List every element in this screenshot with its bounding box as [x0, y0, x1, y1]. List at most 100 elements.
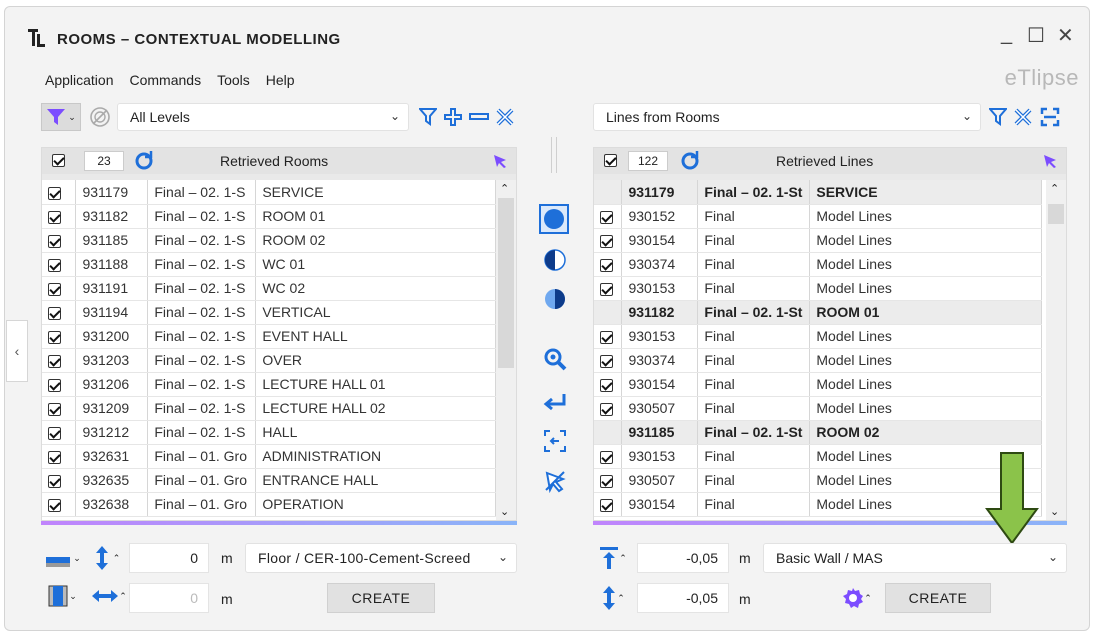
scroll-up-icon[interactable]: ⌃ [500, 182, 509, 195]
row-checkbox[interactable] [48, 426, 61, 440]
horizontal-offset-icon[interactable]: ⌃ [89, 581, 129, 611]
line-group-row[interactable]: 931179 Final – 02. 1-St SERVICE [594, 180, 1042, 205]
row-checkbox[interactable] [600, 402, 613, 416]
filter-dropdown-button[interactable]: ⌄ [41, 103, 81, 131]
rooms-scrollbar[interactable]: ⌃ ⌄ [496, 180, 516, 520]
row-checkbox[interactable] [600, 354, 613, 368]
room-row[interactable]: 932631 Final – 01. Gro ADMINISTRATION [42, 444, 496, 469]
row-checkbox[interactable] [600, 474, 613, 488]
filter-apply-icon[interactable] [987, 105, 1009, 129]
half-circle-right-icon[interactable] [541, 285, 569, 313]
row-checkbox[interactable] [48, 378, 61, 392]
row-checkbox[interactable] [600, 378, 613, 392]
half-circle-left-icon[interactable] [541, 246, 569, 274]
line-group-row[interactable]: 931182 Final – 02. 1-St ROOM 01 [594, 300, 1042, 325]
scroll-up-icon[interactable]: ⌃ [1050, 182, 1059, 195]
create-floor-button[interactable]: CREATE [327, 583, 435, 613]
clear-filter-icon[interactable] [1011, 105, 1035, 129]
line-row[interactable]: 930154 Final Model Lines [594, 492, 1042, 517]
row-checkbox[interactable] [48, 450, 61, 464]
floor-offset-input[interactable]: 0 [129, 543, 209, 573]
line-row[interactable]: 930374 Final Model Lines [594, 348, 1042, 373]
clear-filter-icon[interactable] [493, 105, 517, 129]
create-wall-button[interactable]: CREATE [885, 583, 991, 613]
collapse-panel-tab[interactable]: ‹ [6, 320, 28, 382]
row-checkbox[interactable] [600, 234, 613, 248]
room-row[interactable]: 931194 Final – 02. 1-S VERTICAL [42, 300, 496, 325]
bottom-offset-icon[interactable]: ⌃ [595, 583, 631, 613]
room-row[interactable]: 931200 Final – 02. 1-S EVENT HALL [42, 324, 496, 349]
menu-item-application[interactable]: Application [45, 72, 114, 88]
line-row[interactable]: 930153 Final Model Lines [594, 276, 1042, 301]
row-checkbox[interactable] [48, 282, 61, 296]
maximize-button[interactable]: ☐ [1027, 23, 1045, 48]
select-pointer-icon[interactable] [492, 153, 508, 172]
line-mode-select[interactable]: Lines from Rooms ⌄ [593, 103, 981, 131]
row-checkbox[interactable] [48, 474, 61, 488]
row-checkbox[interactable] [48, 306, 61, 320]
menu-item-help[interactable]: Help [266, 72, 295, 88]
room-row[interactable]: 931191 Final – 02. 1-S WC 02 [42, 276, 496, 301]
close-button[interactable]: ✕ [1057, 23, 1074, 48]
return-arrow-icon[interactable] [541, 389, 569, 417]
select-all-modes-icon[interactable] [539, 204, 569, 234]
floor-placement-dropdown[interactable]: ⌄ [41, 543, 83, 573]
select-all-rooms-checkbox[interactable] [52, 154, 65, 167]
rooms-scroll-thumb[interactable] [498, 198, 514, 368]
wall-type-select[interactable]: Basic Wall / MAS ⌄ [763, 543, 1067, 573]
level-filter-select[interactable]: All Levels ⌄ [117, 103, 409, 131]
no-filter-icon[interactable] [87, 104, 113, 130]
row-checkbox[interactable] [48, 498, 61, 512]
row-checkbox[interactable] [48, 234, 61, 248]
filter-apply-icon[interactable] [417, 105, 439, 129]
row-checkbox[interactable] [600, 330, 613, 344]
expand-icon[interactable] [1037, 105, 1063, 129]
floor-type-select[interactable]: Floor / CER-100-Cement-Screed ⌄ [245, 543, 517, 573]
refresh-icon[interactable] [680, 151, 700, 174]
line-row[interactable]: 930153 Final Model Lines [594, 324, 1042, 349]
room-row[interactable]: 931179 Final – 02. 1-S SERVICE [42, 180, 496, 205]
row-checkbox[interactable] [600, 282, 613, 296]
select-all-lines-checkbox[interactable] [604, 154, 617, 167]
row-checkbox[interactable] [48, 210, 61, 224]
deselect-pointer-icon[interactable] [541, 467, 569, 495]
fit-selection-icon[interactable] [541, 427, 569, 455]
row-checkbox[interactable] [48, 258, 61, 272]
scroll-down-icon[interactable]: ⌄ [500, 505, 509, 518]
line-row[interactable]: 930507 Final Model Lines [594, 396, 1042, 421]
top-offset-icon[interactable]: ⌃ [595, 543, 631, 573]
row-checkbox[interactable] [48, 330, 61, 344]
line-row[interactable]: 930154 Final Model Lines [594, 372, 1042, 397]
width-mode-dropdown[interactable]: ⌄ [41, 581, 83, 611]
select-pointer-icon[interactable] [1042, 153, 1058, 172]
room-row[interactable]: 932635 Final – 01. Gro ENTRANCE HALL [42, 468, 496, 493]
line-row[interactable]: 930153 Final Model Lines [594, 444, 1042, 469]
vertical-offset-icon[interactable]: ⌃ [89, 543, 125, 573]
menu-item-commands[interactable]: Commands [130, 72, 202, 88]
row-checkbox[interactable] [600, 258, 613, 272]
room-row[interactable]: 931212 Final – 02. 1-S HALL [42, 420, 496, 445]
wall-settings-dropdown[interactable]: ⌃ [837, 583, 877, 613]
add-filter-icon[interactable] [441, 105, 465, 129]
wall-bottom-offset-input[interactable]: -0,05 [637, 583, 729, 613]
lines-scroll-thumb[interactable] [1048, 204, 1064, 224]
line-row[interactable]: 930152 Final Model Lines [594, 204, 1042, 229]
row-checkbox[interactable] [48, 186, 61, 200]
row-checkbox[interactable] [600, 498, 613, 512]
line-row[interactable]: 930374 Final Model Lines [594, 252, 1042, 277]
line-group-row[interactable]: 931185 Final – 02. 1-St ROOM 02 [594, 420, 1042, 445]
panel-splitter[interactable] [551, 137, 557, 173]
row-checkbox[interactable] [600, 450, 613, 464]
line-row[interactable]: 930507 Final Model Lines [594, 468, 1042, 493]
room-row[interactable]: 931209 Final – 02. 1-S LECTURE HALL 02 [42, 396, 496, 421]
wall-top-offset-input[interactable]: -0,05 [637, 543, 729, 573]
lines-scrollbar[interactable]: ⌃ ⌄ [1046, 180, 1066, 520]
minimize-button[interactable]: _ [1001, 23, 1012, 46]
remove-filter-icon[interactable] [467, 105, 491, 129]
room-row[interactable]: 931182 Final – 02. 1-S ROOM 01 [42, 204, 496, 229]
row-checkbox[interactable] [48, 354, 61, 368]
room-row[interactable]: 931203 Final – 02. 1-S OVER [42, 348, 496, 373]
width-offset-input[interactable]: 0 [129, 583, 209, 613]
refresh-icon[interactable] [134, 151, 154, 174]
menu-item-tools[interactable]: Tools [217, 72, 250, 88]
